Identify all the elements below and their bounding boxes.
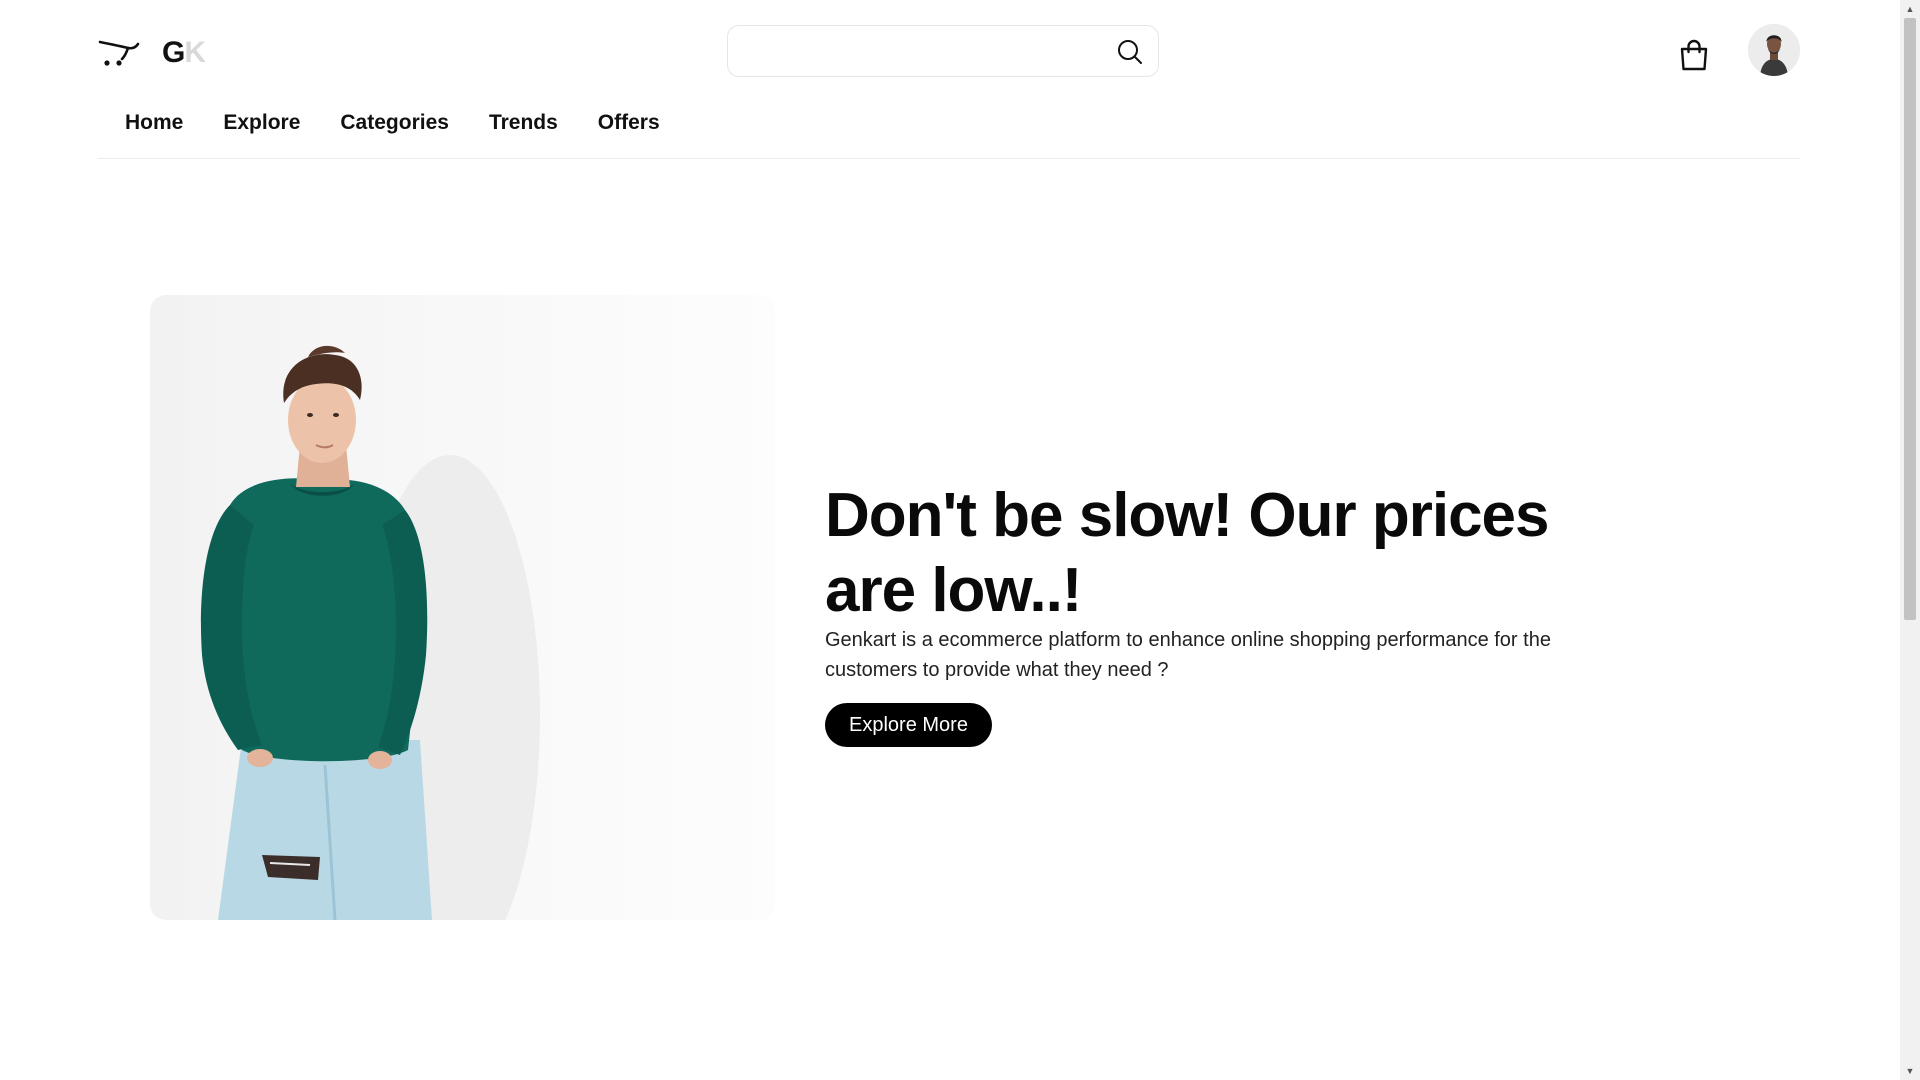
- scroll-up-arrow[interactable]: ▲: [1900, 0, 1920, 18]
- scroll-down-arrow[interactable]: ▼: [1900, 1062, 1920, 1080]
- hero-headline: Don't be slow! Our prices are low..!: [825, 481, 1550, 625]
- user-avatar[interactable]: [1748, 24, 1800, 76]
- search-icon[interactable]: [1116, 38, 1144, 66]
- nav-item-categories[interactable]: Categories: [340, 110, 449, 136]
- nav-item-home[interactable]: Home: [125, 110, 183, 136]
- explore-more-button[interactable]: Explore More: [825, 703, 992, 747]
- nav-item-offers[interactable]: Offers: [598, 110, 660, 136]
- cart-logo-icon: [98, 40, 140, 66]
- hero-image: [150, 295, 775, 920]
- shopping-bag-icon[interactable]: [1679, 39, 1709, 71]
- search-bar: [727, 25, 1159, 77]
- page-scrollbar[interactable]: ▲ ▼: [1900, 0, 1920, 1080]
- brand-logo[interactable]: GK: [98, 36, 206, 70]
- hero-model-illustration: [200, 345, 540, 920]
- logo-letter-g: G: [162, 36, 185, 69]
- nav-item-trends[interactable]: Trends: [489, 110, 558, 136]
- scrollbar-thumb[interactable]: [1904, 18, 1916, 620]
- nav-item-explore[interactable]: Explore: [223, 110, 300, 136]
- avatar-person-icon: [1748, 24, 1800, 76]
- main-nav: Home Explore Categories Trends Offers: [125, 110, 700, 136]
- brand-wordmark: GK: [162, 36, 206, 70]
- logo-letter-k: K: [184, 36, 206, 69]
- header-divider: [98, 158, 1800, 159]
- hero-description: Genkart is a ecommerce platform to enhan…: [825, 629, 1551, 681]
- search-input[interactable]: [744, 26, 1104, 76]
